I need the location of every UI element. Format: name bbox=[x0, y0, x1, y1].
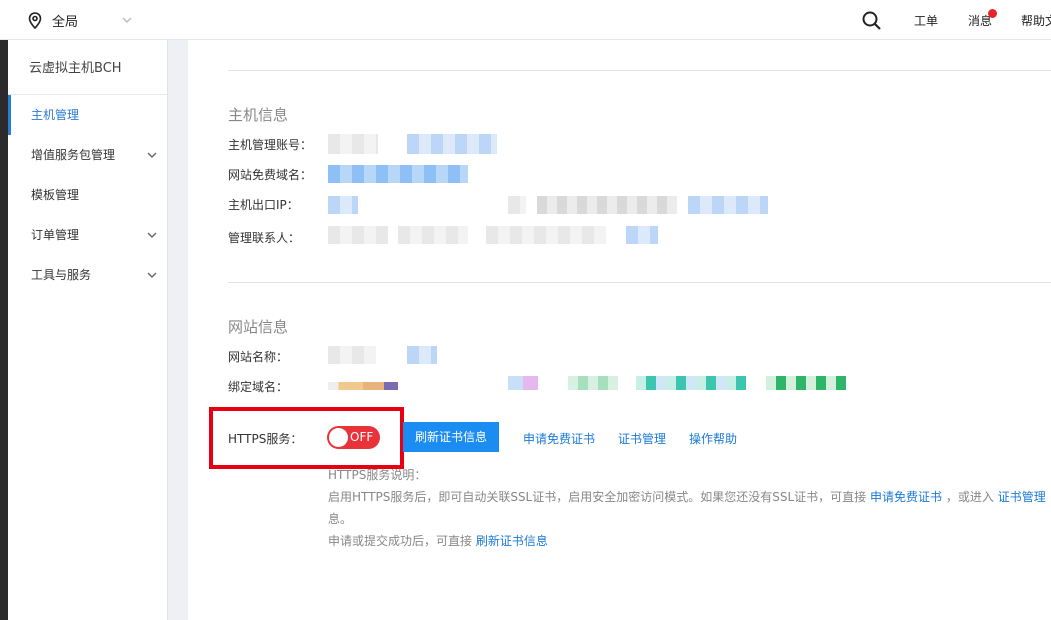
redacted-domain bbox=[328, 382, 398, 390]
sidebar-item-tools[interactable]: 工具与服务 bbox=[8, 255, 167, 295]
redacted-account-link bbox=[407, 134, 497, 154]
ticket-link[interactable]: 工单 bbox=[914, 0, 938, 40]
global-nav-strip bbox=[0, 40, 8, 620]
chevron-down-icon bbox=[147, 272, 157, 278]
refresh-certificate-link[interactable]: 刷新证书信息 bbox=[476, 534, 548, 548]
redacted-domain bbox=[636, 376, 746, 390]
redacted-contact bbox=[486, 226, 606, 244]
redacted-domain bbox=[508, 376, 538, 390]
https-toggle[interactable]: OFF bbox=[327, 426, 380, 449]
sidebar-item-label: 主机管理 bbox=[31, 108, 80, 122]
sidebar-gutter bbox=[168, 40, 188, 620]
https-note-title: HTTPS服务说明： bbox=[328, 468, 427, 482]
redacted-ip-link bbox=[688, 196, 768, 214]
sidebar: 云虚拟主机BCH 主机管理 增值服务包管理 模板管理 订单管理 工具与服务 bbox=[8, 40, 168, 620]
apply-free-certificate-link[interactable]: 申请免费证书 bbox=[870, 490, 942, 504]
redacted-ip bbox=[328, 196, 358, 214]
main-content: 主机信息 主机管理账号： 网站免费域名： 主机出口IP： 管理联系人： 网站信息… bbox=[188, 40, 1051, 620]
sidebar-title: 云虚拟主机BCH bbox=[8, 40, 167, 95]
sidebar-item-label: 工具与服务 bbox=[31, 268, 92, 282]
note-text: 申请或提交成功后，可直接 bbox=[328, 534, 473, 548]
host-info-title: 主机信息 bbox=[228, 106, 289, 124]
sidebar-item-value-added-packages[interactable]: 增值服务包管理 bbox=[8, 135, 167, 175]
redacted-domain bbox=[568, 376, 618, 390]
bound-domain-label: 绑定域名： bbox=[228, 380, 289, 394]
account-label: 主机管理账号： bbox=[228, 138, 313, 152]
messages-link[interactable]: 消息 bbox=[968, 0, 998, 40]
location-pin-icon bbox=[28, 11, 42, 29]
note-text: ，或进入 bbox=[945, 490, 994, 504]
sidebar-item-label: 模板管理 bbox=[31, 188, 80, 202]
top-bar: 全局 工单 消息 帮助文 bbox=[0, 0, 1051, 40]
region-label: 全局 bbox=[52, 14, 79, 30]
redacted-contact bbox=[398, 226, 468, 244]
sidebar-item-label: 订单管理 bbox=[31, 228, 80, 242]
redacted-domain bbox=[766, 376, 846, 390]
site-name-label: 网站名称： bbox=[228, 350, 289, 364]
redacted-site-name bbox=[328, 346, 376, 364]
search-icon bbox=[862, 11, 881, 30]
region-selector[interactable]: 全局 bbox=[28, 0, 132, 40]
sidebar-item-templates[interactable]: 模板管理 bbox=[8, 175, 167, 215]
notification-dot bbox=[988, 9, 998, 18]
divider bbox=[228, 70, 1051, 71]
refresh-certificate-button[interactable]: 刷新证书信息 bbox=[403, 422, 499, 452]
sidebar-item-orders[interactable]: 订单管理 bbox=[8, 215, 167, 255]
certificate-management-link[interactable]: 证书管理 bbox=[618, 430, 666, 447]
https-service-label: HTTPS服务： bbox=[228, 432, 303, 446]
https-note-line: 息。 bbox=[328, 512, 353, 526]
toggle-state: OFF bbox=[350, 430, 374, 444]
divider bbox=[228, 282, 1051, 283]
free-domain-label: 网站免费域名： bbox=[228, 168, 313, 182]
exit-ip-label: 主机出口IP： bbox=[228, 198, 299, 212]
redacted-site-name bbox=[407, 346, 437, 364]
redacted-account bbox=[328, 134, 378, 154]
chevron-down-icon bbox=[147, 152, 157, 158]
operation-help-link[interactable]: 操作帮助 bbox=[689, 430, 737, 447]
sidebar-item-label: 增值服务包管理 bbox=[31, 148, 116, 162]
https-note-line: 启用HTTPS服务后，即可自动关联SSL证书，启用安全加密访问模式。如果您还没有… bbox=[328, 488, 1046, 505]
search-button[interactable] bbox=[862, 0, 881, 40]
redacted-ip bbox=[508, 196, 526, 214]
redacted-ip bbox=[537, 196, 677, 214]
contact-label: 管理联系人： bbox=[228, 231, 301, 245]
site-info-title: 网站信息 bbox=[228, 318, 289, 336]
https-note-line: 申请或提交成功后，可直接 刷新证书信息 bbox=[328, 532, 548, 549]
sidebar-item-host-management[interactable]: 主机管理 bbox=[8, 95, 167, 135]
help-link[interactable]: 帮助文 bbox=[1021, 0, 1051, 40]
certificate-management-link[interactable]: 证书管理 bbox=[998, 490, 1046, 504]
redacted-contact bbox=[328, 226, 388, 244]
chevron-down-icon bbox=[147, 232, 157, 238]
redacted-contact-link bbox=[626, 226, 658, 244]
apply-free-certificate-link[interactable]: 申请免费证书 bbox=[523, 430, 595, 447]
redacted-free-domain bbox=[328, 165, 468, 183]
toggle-knob bbox=[329, 428, 348, 447]
note-text: 启用HTTPS服务后，即可自动关联SSL证书，启用安全加密访问模式。如果您还没有… bbox=[328, 490, 867, 504]
chevron-down-icon bbox=[122, 17, 132, 23]
